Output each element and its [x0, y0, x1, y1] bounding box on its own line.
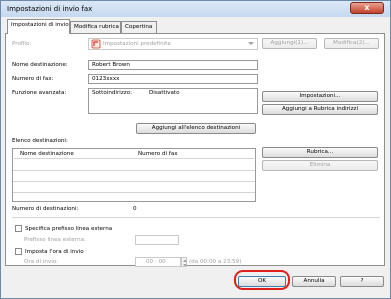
destination-count-value: 0 [133, 206, 137, 212]
close-icon: x [364, 3, 370, 12]
profile-select[interactable]: Impostazioni predefinite [88, 38, 258, 50]
time-spinner[interactable] [181, 257, 187, 267]
fax-number-input[interactable]: 0123xxxx [88, 74, 258, 84]
send-time-checkbox[interactable] [15, 248, 22, 255]
tab-edit-address-book[interactable]: Modifica rubrica [70, 21, 121, 33]
destination-name-input[interactable]: Robert Brown [88, 60, 258, 70]
time-separator: : [154, 259, 157, 265]
send-time-label: Ora di invio: [24, 259, 59, 265]
external-prefix-input[interactable] [135, 235, 179, 245]
advanced-function-label: Funzione avanzata: [12, 90, 67, 96]
external-prefix-checkbox[interactable] [15, 225, 22, 232]
edit-profile-button[interactable]: Modifica(2)... [324, 38, 379, 49]
address-book-button[interactable]: Rubrica... [262, 147, 378, 158]
profile-value: Impostazioni predefinite [103, 41, 171, 47]
tab-send-settings[interactable]: Impostazioni di invio [7, 19, 70, 34]
minute-value: 00 [158, 259, 166, 265]
delete-button[interactable]: Elimina [262, 160, 378, 171]
spinner-arrows-icon [183, 259, 187, 267]
section-divider [12, 217, 380, 218]
external-prefix-label: Prefisso linea esterna: [24, 237, 86, 243]
fax-profile-icon [91, 39, 101, 49]
column-header-name[interactable]: Nome destinazione [20, 151, 74, 157]
destination-list-label: Elenco destinazioni: [12, 138, 68, 144]
row-divider [13, 192, 255, 193]
send-time-range-hint: (da 00:00 a 23:59) [189, 259, 242, 265]
close-button[interactable]: x [350, 2, 384, 14]
help-button[interactable]: ? [340, 276, 384, 287]
profile-label: Profilo: [12, 41, 32, 47]
destination-list[interactable]: Nome destinazione Numero di fax [12, 148, 256, 202]
window-title: Impostazioni di invio fax [7, 5, 93, 13]
hour-value: 00 [146, 259, 154, 265]
tab-label: Impostazioni di invio [11, 22, 69, 28]
add-to-destination-list-button[interactable]: Aggiungi all'elenco destinazioni [136, 123, 256, 134]
ok-highlight-ring [234, 270, 290, 290]
tab-label: Copertina [125, 24, 153, 30]
chevron-down-icon [248, 42, 254, 45]
add-profile-button[interactable]: Aggiungi(1)... [262, 38, 317, 49]
external-prefix-checkbox-label: Specifica prefisso linea esterna [25, 226, 113, 232]
list-header: Nome destinazione Numero di fax [14, 150, 254, 159]
subaddress-label: Sottoindirizzo: [92, 90, 133, 96]
column-header-fax[interactable]: Numero di fax [138, 151, 178, 157]
cancel-button[interactable]: Annulla [292, 276, 336, 287]
tab-label: Modifica rubrica [74, 24, 119, 30]
destination-count-label: Numero di destinazioni: [12, 206, 79, 212]
add-to-address-book-button[interactable]: Aggiungi a Rubrica indirizzi [262, 104, 378, 115]
row-divider [13, 170, 255, 171]
destination-name-label: Nome destinazione: [12, 62, 68, 68]
send-time-checkbox-label: Imposta l'ora di invio [25, 249, 84, 255]
row-divider [13, 181, 255, 182]
subaddress-value: Disattivato [149, 90, 180, 96]
send-time-input[interactable]: 00 : 00 [135, 257, 181, 267]
fax-number-label: Numero di fax: [12, 76, 54, 82]
tab-cover-page[interactable]: Copertina [121, 21, 157, 33]
settings-button[interactable]: Impostazioni... [262, 91, 378, 102]
